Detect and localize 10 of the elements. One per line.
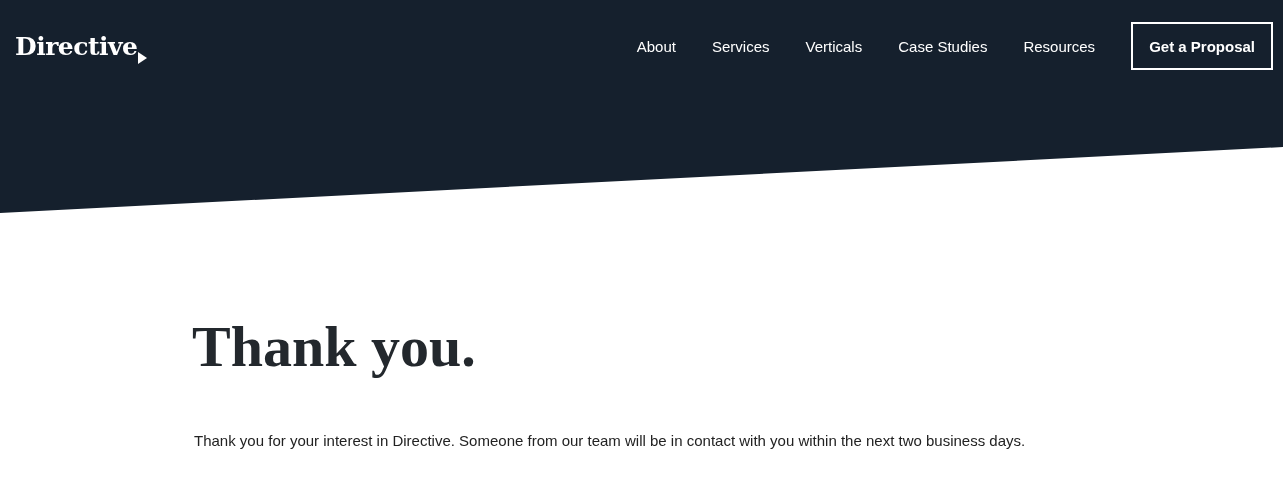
nav-link[interactable]: Resources [1023,37,1096,55]
message-text: Thank you for your interest in Directive. Someone from our team will be in contact with you within the next two business days. [194,432,1027,449]
page-heading: Thank you. [192,313,477,380]
nav-link[interactable]: Verticals [805,37,863,55]
nav-link[interactable]: Case Studies [898,37,988,55]
nav-link[interactable]: About [636,37,676,55]
logo[interactable]: Directive [15,31,138,61]
triangle-icon [138,51,148,64]
proposal-button[interactable]: Get a Proposal [1131,22,1273,70]
nav-link[interactable]: Services [711,37,770,55]
